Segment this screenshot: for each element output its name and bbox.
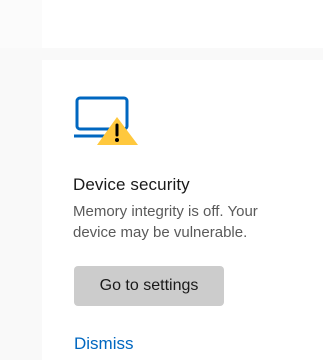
card-title: Device security <box>73 175 190 194</box>
security-notification-page: Device security Memory integrity is off.… <box>0 0 323 360</box>
card-description: Memory integrity is off. Your device may… <box>73 203 258 241</box>
laptop-warning-icon <box>74 96 138 145</box>
left-panel-edge <box>0 0 42 48</box>
go-to-settings-button[interactable]: Go to settings <box>74 266 224 306</box>
top-card <box>42 0 323 48</box>
dismiss-link[interactable]: Dismiss <box>74 334 134 354</box>
